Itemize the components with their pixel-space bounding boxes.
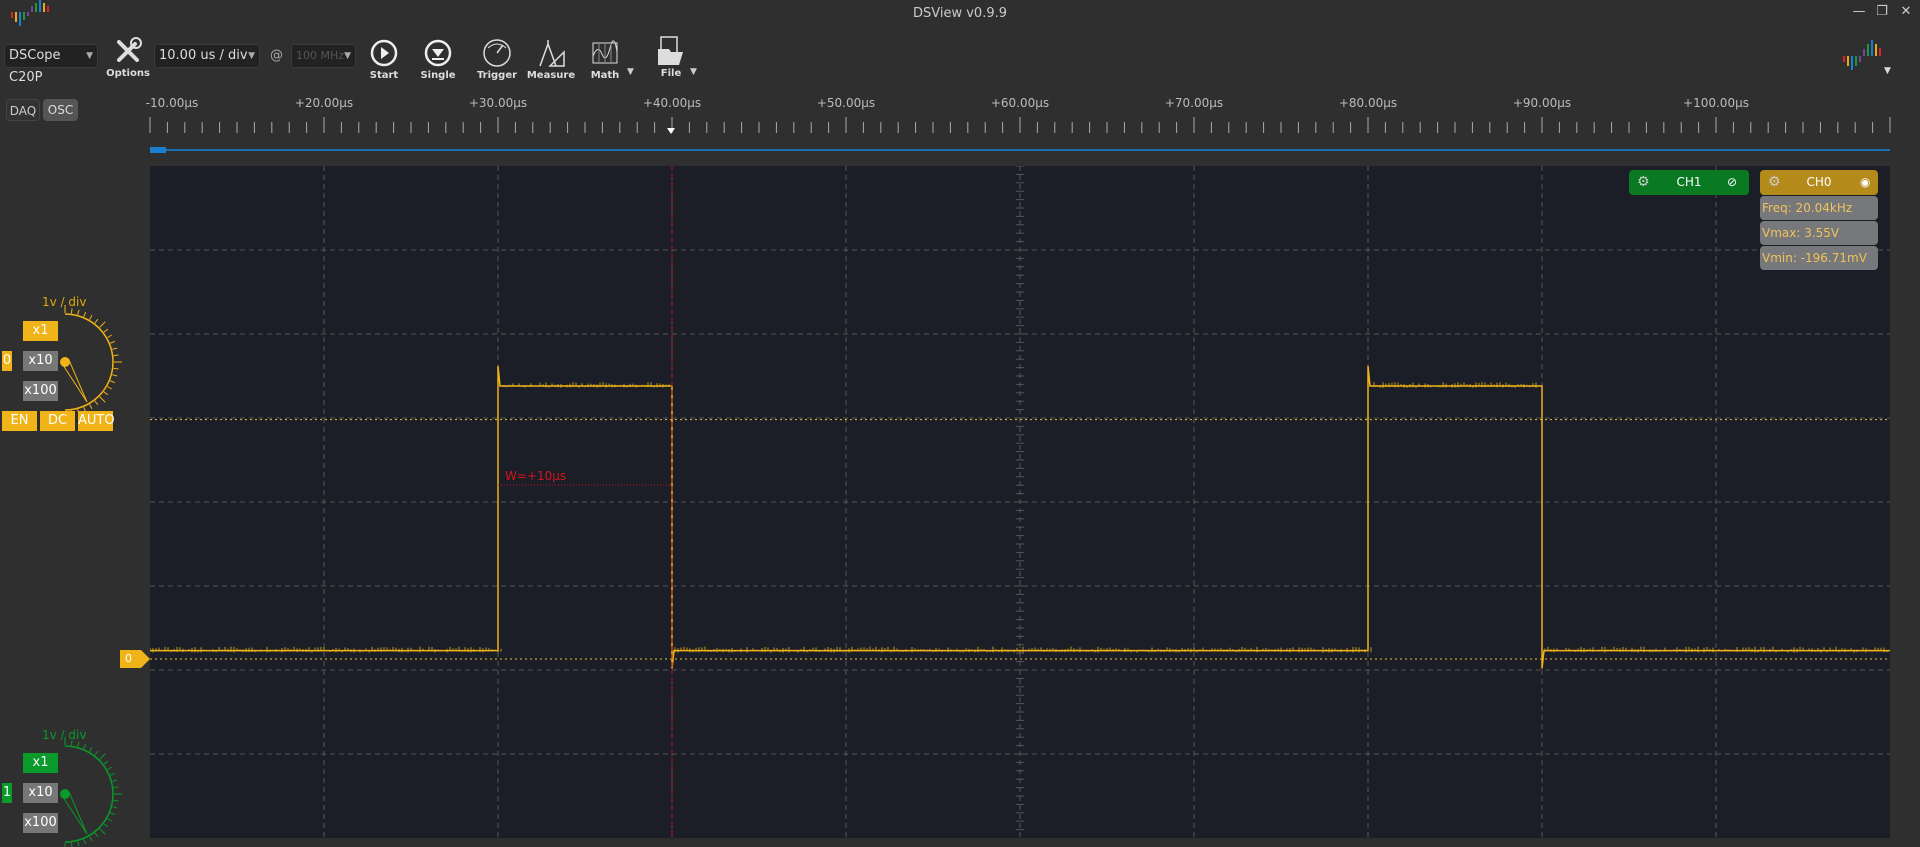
dial-pivot <box>60 789 70 799</box>
dial-tick <box>107 335 111 338</box>
dial-pivot <box>60 357 70 367</box>
dial-tick <box>110 381 115 383</box>
trigger-position-marker <box>667 128 675 134</box>
waveform-plot[interactable] <box>150 166 1890 838</box>
dial-tick <box>90 836 93 840</box>
dial-tick <box>90 747 93 751</box>
ch1-x1-button[interactable]: x1 <box>23 753 58 773</box>
dial-tick <box>100 754 106 760</box>
vmax-measurement: Vmax: 3.55V <box>1760 221 1878 245</box>
eye-icon[interactable]: ◉ <box>1860 170 1870 195</box>
dial-tick <box>100 829 106 835</box>
dial-tick <box>84 312 86 317</box>
dial-tick <box>90 315 93 319</box>
dial-tick <box>114 355 119 356</box>
dial-tick <box>71 411 72 415</box>
dial-tick <box>112 375 117 376</box>
dial-tick <box>95 319 98 323</box>
dial-tick <box>84 407 86 412</box>
ch1-index: 1 <box>2 783 12 803</box>
dial-tick <box>104 761 108 764</box>
eye-hidden-icon[interactable]: ⊘ <box>1727 170 1737 195</box>
ch0-tag[interactable]: ⚙ CH0 ◉ <box>1760 170 1878 195</box>
dial-tick <box>78 841 79 846</box>
dial-tick <box>78 742 79 747</box>
ch0-x1-button[interactable]: x1 <box>23 321 58 341</box>
dial-tick <box>100 322 106 328</box>
dial-tick <box>95 833 98 837</box>
dial-tick <box>110 813 115 815</box>
dial-tick <box>78 409 79 414</box>
vmin-measurement: Vmin: -196.71mV <box>1760 246 1878 270</box>
dial-tick <box>110 773 115 775</box>
ch0-waveform-noise <box>150 382 1887 653</box>
dial-tick <box>100 397 106 403</box>
dial-tick <box>71 308 72 313</box>
scroll-indicator <box>150 147 166 153</box>
ch1-x100-button[interactable]: x100 <box>23 813 58 833</box>
dial-tick <box>78 310 79 315</box>
plot-canvas <box>150 166 1890 838</box>
ch0-x100-button[interactable]: x100 <box>23 381 58 401</box>
dial-tick <box>112 780 117 781</box>
ch1-x10-button[interactable]: x10 <box>23 783 58 803</box>
dial-tick <box>114 368 119 369</box>
dial-tick <box>104 392 108 395</box>
freq-measurement: Freq: 20.04kHz <box>1760 196 1878 220</box>
dial-tick <box>104 824 108 827</box>
cursor-width-label: W=+10µs <box>505 469 566 483</box>
dial-tick <box>90 404 93 408</box>
dial-tick <box>95 751 98 755</box>
dial-tick <box>107 767 111 770</box>
dial-tick <box>84 839 86 844</box>
ch0-x10-button[interactable]: x10 <box>23 351 58 371</box>
dial-tick <box>110 341 115 343</box>
dial-arc <box>65 314 113 410</box>
dial-tick <box>107 387 111 390</box>
ch0-enable-button[interactable]: EN <box>2 411 37 431</box>
dial-tick <box>112 807 117 808</box>
dial-tick <box>107 819 111 822</box>
ch0-zero-marker[interactable]: 0 <box>120 650 150 668</box>
ch1-vdiv-dial[interactable] <box>55 737 125 847</box>
dial-tick <box>95 401 98 405</box>
ch0-vdiv-dial[interactable] <box>55 305 125 415</box>
dial-arc <box>65 746 113 842</box>
dial-tick <box>112 348 117 349</box>
ch0-index: 0 <box>2 351 12 371</box>
dial-tick <box>71 740 72 745</box>
dial-tick <box>104 329 108 332</box>
dial-tick <box>71 843 72 847</box>
dial-tick <box>84 744 86 749</box>
dial-tick <box>114 787 119 788</box>
ch1-tag[interactable]: ⚙ CH1 ⊘ <box>1629 170 1749 195</box>
dial-tick <box>114 800 119 801</box>
ruler-ticks <box>0 0 1920 166</box>
